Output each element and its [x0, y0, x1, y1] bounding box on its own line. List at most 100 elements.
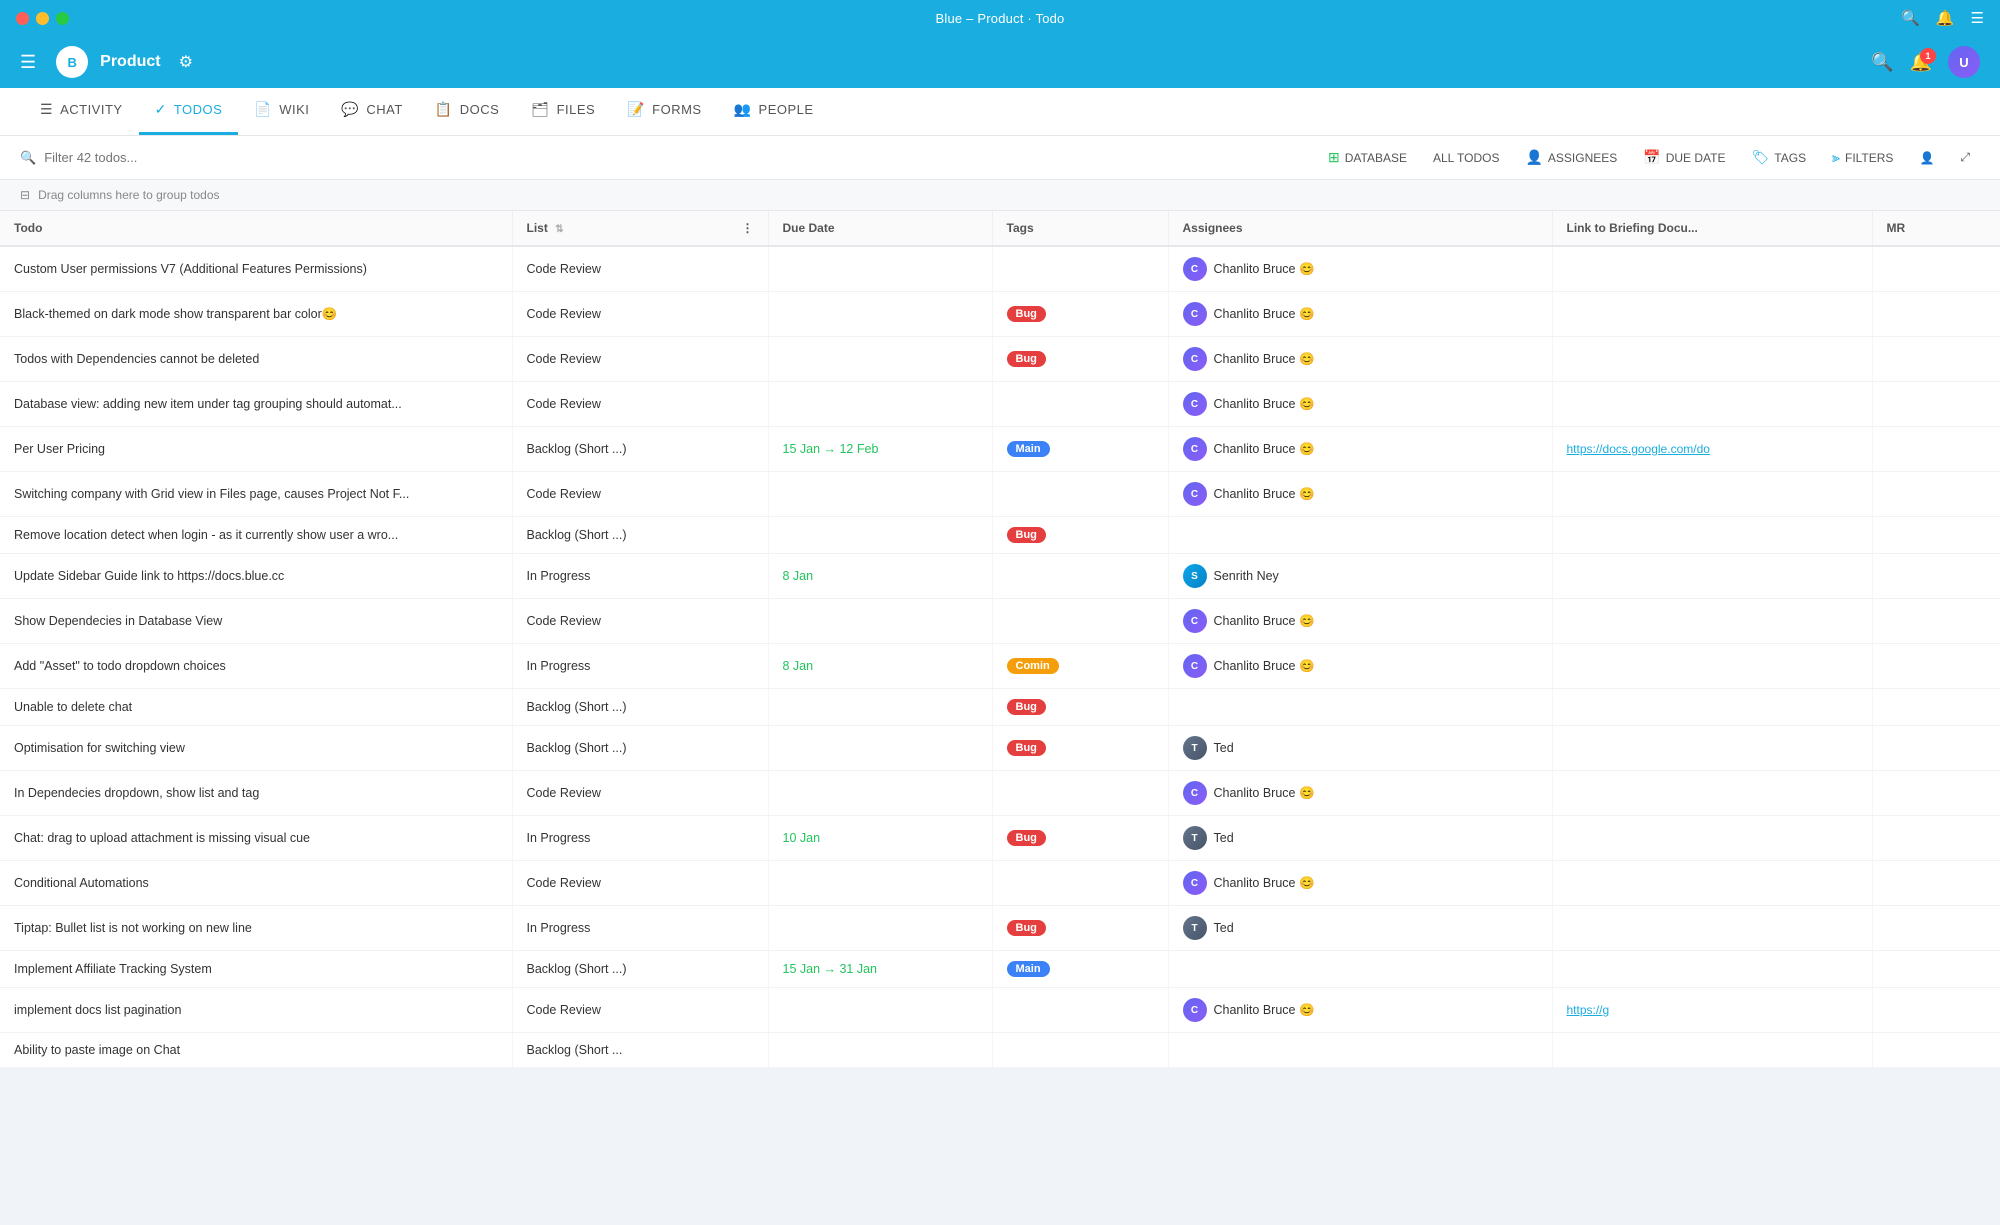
cell-list[interactable]: In Progress	[512, 644, 768, 689]
assignee[interactable]: CChanlito Bruce 😊	[1183, 302, 1538, 326]
search-nav-icon[interactable]: 🔍	[1871, 52, 1893, 73]
hamburger-icon[interactable]: ☰	[20, 52, 36, 73]
cell-todo[interactable]: Remove location detect when login - as i…	[0, 517, 512, 554]
assignee[interactable]: SSenrith Ney	[1183, 564, 1538, 588]
cell-todo[interactable]: Black-themed on dark mode show transpare…	[0, 292, 512, 337]
assignee[interactable]: CChanlito Bruce 😊	[1183, 654, 1538, 678]
col-header-mr[interactable]: MR	[1872, 211, 2000, 246]
expand-button[interactable]: ⤢	[1950, 145, 1980, 170]
menu-icon[interactable]: ☰	[1971, 9, 1984, 27]
cell-list[interactable]: In Progress	[512, 816, 768, 861]
tag-badge[interactable]: Bug	[1007, 920, 1046, 936]
notification-button[interactable]: 🔔 1	[1910, 52, 1932, 73]
cell-list[interactable]: Code Review	[512, 771, 768, 816]
cell-todo[interactable]: Update Sidebar Guide link to https://doc…	[0, 554, 512, 599]
workspace-logo[interactable]: B	[56, 46, 88, 78]
cell-list[interactable]: Code Review	[512, 382, 768, 427]
cell-todo[interactable]: Ability to paste image on Chat	[0, 1033, 512, 1068]
cell-todo[interactable]: Per User Pricing	[0, 427, 512, 472]
col-header-list[interactable]: List ⇅ ⋮	[512, 211, 768, 246]
search-input[interactable]	[44, 150, 360, 165]
col-header-todo[interactable]: Todo	[0, 211, 512, 246]
tab-docs[interactable]: 📋 DOCS	[419, 87, 516, 135]
filters-button[interactable]: ⫸ FILTERS	[1822, 144, 1903, 171]
cell-todo[interactable]: implement docs list pagination	[0, 988, 512, 1033]
col-header-tags[interactable]: Tags	[992, 211, 1168, 246]
assignee[interactable]: CChanlito Bruce 😊	[1183, 347, 1538, 371]
notification-icon[interactable]: 🔔	[1936, 9, 1955, 27]
cell-list[interactable]: Code Review	[512, 599, 768, 644]
tab-activity[interactable]: ☰ ACTIVITY	[24, 87, 139, 135]
tab-forms[interactable]: 📝 FORMS	[611, 87, 717, 135]
tag-badge[interactable]: Main	[1007, 961, 1050, 977]
cell-todo[interactable]: Todos with Dependencies cannot be delete…	[0, 337, 512, 382]
tag-badge[interactable]: Bug	[1007, 830, 1046, 846]
all-todos-button[interactable]: ALL TODOS	[1423, 146, 1509, 170]
cell-todo[interactable]: Conditional Automations	[0, 861, 512, 906]
cell-todo[interactable]: Implement Affiliate Tracking System	[0, 951, 512, 988]
cell-todo[interactable]: Custom User permissions V7 (Additional F…	[0, 246, 512, 292]
cell-todo[interactable]: Database view: adding new item under tag…	[0, 382, 512, 427]
tag-badge[interactable]: Bug	[1007, 306, 1046, 322]
assignee[interactable]: CChanlito Bruce 😊	[1183, 392, 1538, 416]
briefing-link[interactable]: https://g	[1567, 1003, 1610, 1017]
tag-badge[interactable]: Bug	[1007, 699, 1046, 715]
assignees-button[interactable]: 👤 ASSIGNEES	[1515, 144, 1627, 171]
tag-badge[interactable]: Main	[1007, 441, 1050, 457]
assignee[interactable]: TTed	[1183, 916, 1538, 940]
assignee[interactable]: CChanlito Bruce 😊	[1183, 998, 1538, 1022]
cell-todo[interactable]: Show Dependecies in Database View	[0, 599, 512, 644]
list-menu-icon[interactable]: ⋮	[742, 221, 754, 235]
cell-list[interactable]: Code Review	[512, 292, 768, 337]
tab-files[interactable]: 🗂 FILES	[515, 87, 611, 135]
view-toggle-button[interactable]: 👤	[1909, 146, 1944, 170]
cell-list[interactable]: Backlog (Short ...)	[512, 517, 768, 554]
cell-todo[interactable]: Optimisation for switching view	[0, 726, 512, 771]
cell-list[interactable]: Backlog (Short ...)	[512, 951, 768, 988]
avatar[interactable]: U	[1948, 46, 1980, 78]
col-header-link[interactable]: Link to Briefing Docu...	[1552, 211, 1872, 246]
assignee[interactable]: CChanlito Bruce 😊	[1183, 437, 1538, 461]
tab-todos[interactable]: ✓ TODOS	[139, 87, 239, 135]
search-icon[interactable]: 🔍	[1901, 9, 1920, 27]
tab-people[interactable]: 👥 PEOPLE	[718, 87, 830, 135]
cell-todo[interactable]: Unable to delete chat	[0, 689, 512, 726]
cell-todo[interactable]: Chat: drag to upload attachment is missi…	[0, 816, 512, 861]
assignee[interactable]: TTed	[1183, 826, 1538, 850]
due-date-button[interactable]: 📅 DUE DATE	[1633, 144, 1735, 171]
cell-list[interactable]: Backlog (Short ...)	[512, 726, 768, 771]
cell-list[interactable]: Code Review	[512, 337, 768, 382]
cell-todo[interactable]: Tiptap: Bullet list is not working on ne…	[0, 906, 512, 951]
cell-list[interactable]: Code Review	[512, 861, 768, 906]
maximize-button[interactable]	[56, 12, 69, 25]
assignee[interactable]: CChanlito Bruce 😊	[1183, 871, 1538, 895]
cell-list[interactable]: Backlog (Short ...)	[512, 427, 768, 472]
minimize-button[interactable]	[36, 12, 49, 25]
col-header-due-date[interactable]: Due Date	[768, 211, 992, 246]
tag-badge[interactable]: Bug	[1007, 527, 1046, 543]
assignee[interactable]: CChanlito Bruce 😊	[1183, 609, 1538, 633]
tag-badge[interactable]: Bug	[1007, 351, 1046, 367]
cell-list[interactable]: Code Review	[512, 472, 768, 517]
settings-icon[interactable]: ⚙	[179, 52, 193, 72]
assignee[interactable]: TTed	[1183, 736, 1538, 760]
assignee[interactable]: CChanlito Bruce 😊	[1183, 257, 1538, 281]
tab-wiki[interactable]: 📄 WIKI	[238, 87, 325, 135]
tags-button[interactable]: 🏷 TAGS	[1742, 144, 1817, 171]
briefing-link[interactable]: https://docs.google.com/do	[1567, 442, 1710, 456]
cell-list[interactable]: Backlog (Short ...	[512, 1033, 768, 1068]
tag-badge[interactable]: Bug	[1007, 740, 1046, 756]
cell-todo[interactable]: Add "Asset" to todo dropdown choices	[0, 644, 512, 689]
cell-todo[interactable]: Switching company with Grid view in File…	[0, 472, 512, 517]
assignee[interactable]: CChanlito Bruce 😊	[1183, 482, 1538, 506]
cell-list[interactable]: Code Review	[512, 988, 768, 1033]
close-button[interactable]	[16, 12, 29, 25]
tag-badge[interactable]: Comin	[1007, 658, 1059, 674]
database-button[interactable]: ⊞ DATABASE	[1318, 144, 1417, 171]
cell-todo[interactable]: In Dependecies dropdown, show list and t…	[0, 771, 512, 816]
cell-list[interactable]: In Progress	[512, 906, 768, 951]
col-header-assignees[interactable]: Assignees	[1168, 211, 1552, 246]
cell-list[interactable]: Code Review	[512, 246, 768, 292]
cell-list[interactable]: In Progress	[512, 554, 768, 599]
tab-chat[interactable]: 💬 CHAT	[325, 87, 418, 135]
